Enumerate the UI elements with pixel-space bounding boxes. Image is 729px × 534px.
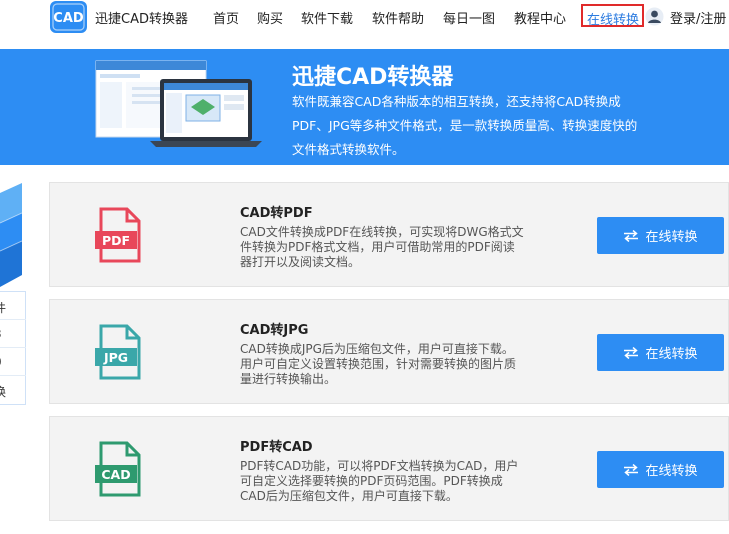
nav-help[interactable]: 软件帮助 [372, 8, 424, 27]
card-description: CAD转换成JPG后为压缩包文件，用户可直接下载。 用户可自定义设置转换范围，针… [240, 342, 576, 387]
swap-arrows-icon [624, 229, 639, 242]
brand-name[interactable]: 迅捷CAD转换器 [95, 8, 188, 27]
banner-text-line: PDF、JPG等多种文件格式，是一款转换质量高、转换速度快的 [292, 118, 638, 133]
hero-banner: 迅捷CAD转换器 软件既兼容CAD各种版本的相互转换，还支持将CAD转换成 PD… [0, 49, 729, 165]
online-convert-button[interactable]: 在线转换 [597, 451, 724, 488]
swap-arrows-icon [624, 463, 639, 476]
side-menu-item-label: 换 [0, 385, 7, 399]
side-menu-item-label: 件 [0, 299, 6, 316]
swap-arrows-icon [624, 346, 639, 359]
software-screenshot-illustration [95, 60, 262, 147]
svg-text:CAD: CAD [53, 11, 84, 26]
svg-text:PDF: PDF [102, 233, 130, 248]
card-description-line: 可自定义选择要转换的PDF页码范围。PDF转换成 [240, 474, 503, 488]
online-convert-button-label: 在线转换 [645, 347, 698, 362]
convert-card-cad-to-pdf: PDF CAD转PDF CAD文件转换成PDF在线转换，可实现将DWG格式文 件… [49, 182, 729, 287]
nav-purchase[interactable]: 购买 [257, 8, 283, 27]
svg-text:CAD: CAD [101, 467, 130, 482]
card-title: PDF转CAD [240, 440, 313, 455]
nav-home[interactable]: 首页 [213, 8, 239, 27]
card-description-line: CAD文件转换成PDF在线转换，可实现将DWG格式文 [240, 225, 524, 239]
convert-card-cad-to-jpg: JPG CAD转JPG CAD转换成JPG后为压缩包文件，用户可直接下载。 用户… [49, 299, 729, 404]
user-avatar-icon[interactable] [645, 7, 664, 26]
svg-text:JPG: JPG [103, 350, 128, 365]
banner-text-line: 文件格式转换软件。 [292, 142, 405, 157]
online-convert-button-label: 在线转换 [645, 464, 698, 479]
card-description: PDF转CAD功能，可以将PDF文档转换为CAD，用户 可自定义选择要转换的PD… [240, 459, 576, 504]
nav-download[interactable]: 软件下载 [301, 8, 353, 27]
jpg-file-icon: JPG [95, 324, 141, 380]
nav-online-convert[interactable]: 在线转换 [581, 4, 644, 28]
card-description-line: 量进行转换输出。 [240, 372, 337, 386]
nav-online-convert-label: 在线转换 [587, 13, 640, 28]
side-menu-item-label: 3 [0, 327, 2, 341]
card-description-line: 件转换为PDF格式文档，用户可借助常用的PDF阅读 [240, 240, 515, 254]
pdf-file-icon: PDF [95, 207, 141, 263]
card-description-line: 用户可自定义设置转换范围，针对需要转换的图片质 [240, 357, 517, 371]
nav-tutorials[interactable]: 教程中心 [514, 8, 566, 27]
side-menu-item-label: 0 [0, 355, 2, 369]
cad-logo-icon[interactable]: CAD [49, 0, 88, 34]
side-menu: 件 3 0 换 [0, 291, 26, 405]
banner-text-line: 软件既兼容CAD各种版本的相互转换，还支持将CAD转换成 [292, 94, 621, 109]
side-menu-item[interactable]: 件 [0, 292, 26, 320]
card-title: CAD转JPG [240, 323, 309, 338]
online-convert-button[interactable]: 在线转换 [597, 334, 724, 371]
online-convert-button-label: 在线转换 [645, 230, 698, 245]
top-header: CAD 迅捷CAD转换器 首页 购买 软件下载 软件帮助 每日一图 教程中心 在… [0, 0, 729, 34]
card-title: CAD转PDF [240, 206, 313, 221]
card-description-line: PDF转CAD功能，可以将PDF文档转换为CAD，用户 [240, 459, 519, 473]
online-convert-button[interactable]: 在线转换 [597, 217, 724, 254]
convert-card-pdf-to-cad: CAD PDF转CAD PDF转CAD功能，可以将PDF文档转换为CAD，用户 … [49, 416, 729, 521]
card-description: CAD文件转换成PDF在线转换，可实现将DWG格式文 件转换为PDF格式文档，用… [240, 225, 576, 270]
banner-title: 迅捷CAD转换器 [292, 65, 454, 90]
card-description-line: CAD转换成JPG后为压缩包文件，用户可直接下载。 [240, 342, 514, 356]
nav-daily-image[interactable]: 每日一图 [443, 8, 495, 27]
login-register-link[interactable]: 登录/注册 [670, 8, 726, 27]
side-menu-item[interactable]: 0 [0, 348, 26, 376]
card-description-line: CAD后为压缩包文件，用户可直接下载。 [240, 489, 458, 503]
side-menu-item[interactable]: 3 [0, 320, 26, 348]
cad-file-icon: CAD [95, 441, 141, 497]
card-description-line: 器打开以及阅读文档。 [240, 255, 361, 269]
cube-stack-icon [0, 183, 22, 287]
side-menu-item[interactable]: 换 [0, 376, 26, 404]
